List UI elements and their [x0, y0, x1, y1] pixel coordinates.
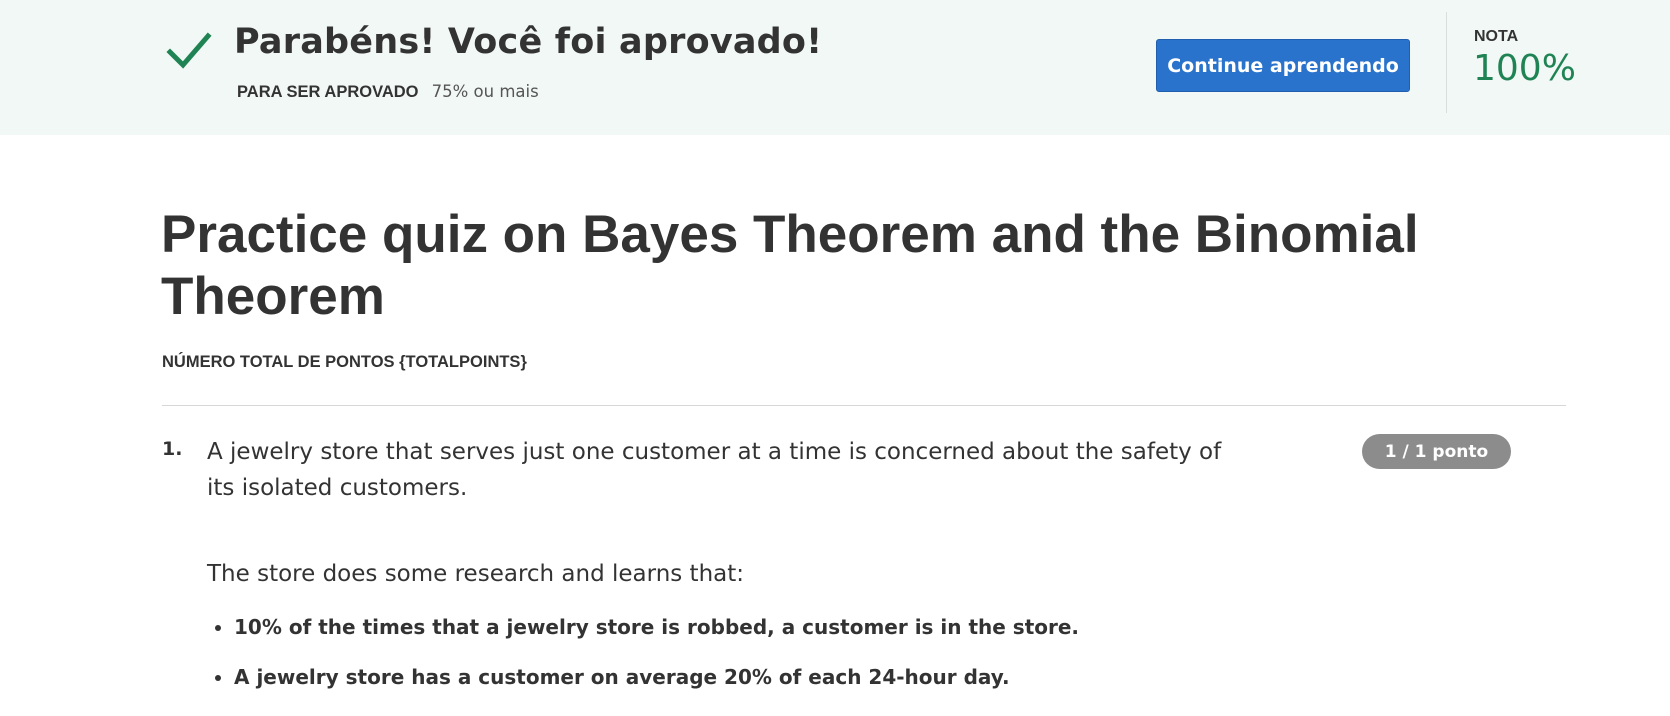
list-item: A jewelry store has a customer on averag… — [234, 664, 1079, 691]
question-intro: The store does some research and learns … — [207, 561, 745, 587]
section-divider — [162, 405, 1566, 406]
pass-requirement-label: PARA SER APROVADO — [237, 83, 419, 101]
continue-learning-button[interactable]: Continue aprendendo — [1156, 39, 1410, 92]
grade-divider — [1446, 12, 1447, 113]
grade-label: NOTA — [1474, 28, 1519, 45]
pass-requirement: PARA SER APROVADO 75% ou mais — [237, 82, 539, 102]
result-banner: Parabéns! Você foi aprovado! PARA SER AP… — [0, 0, 1670, 135]
grade-value: 100% — [1473, 48, 1576, 89]
points-badge: 1 / 1 ponto — [1362, 434, 1511, 469]
question-number: 1. — [162, 438, 183, 460]
facts-list: 10% of the times that a jewelry store is… — [207, 614, 1079, 714]
checkmark-icon — [166, 32, 212, 69]
question-text: A jewelry store that serves just one cus… — [207, 439, 1222, 501]
list-item: 10% of the times that a jewelry store is… — [234, 614, 1079, 641]
quiz-title: Practice quiz on Bayes Theorem and the B… — [161, 205, 1419, 326]
pass-requirement-value: 75% ou mais — [431, 82, 539, 101]
result-title: Parabéns! Você foi aprovado! — [234, 22, 823, 62]
total-points: NÚMERO TOTAL DE PONTOS {TOTALPOINTS} — [162, 353, 527, 371]
